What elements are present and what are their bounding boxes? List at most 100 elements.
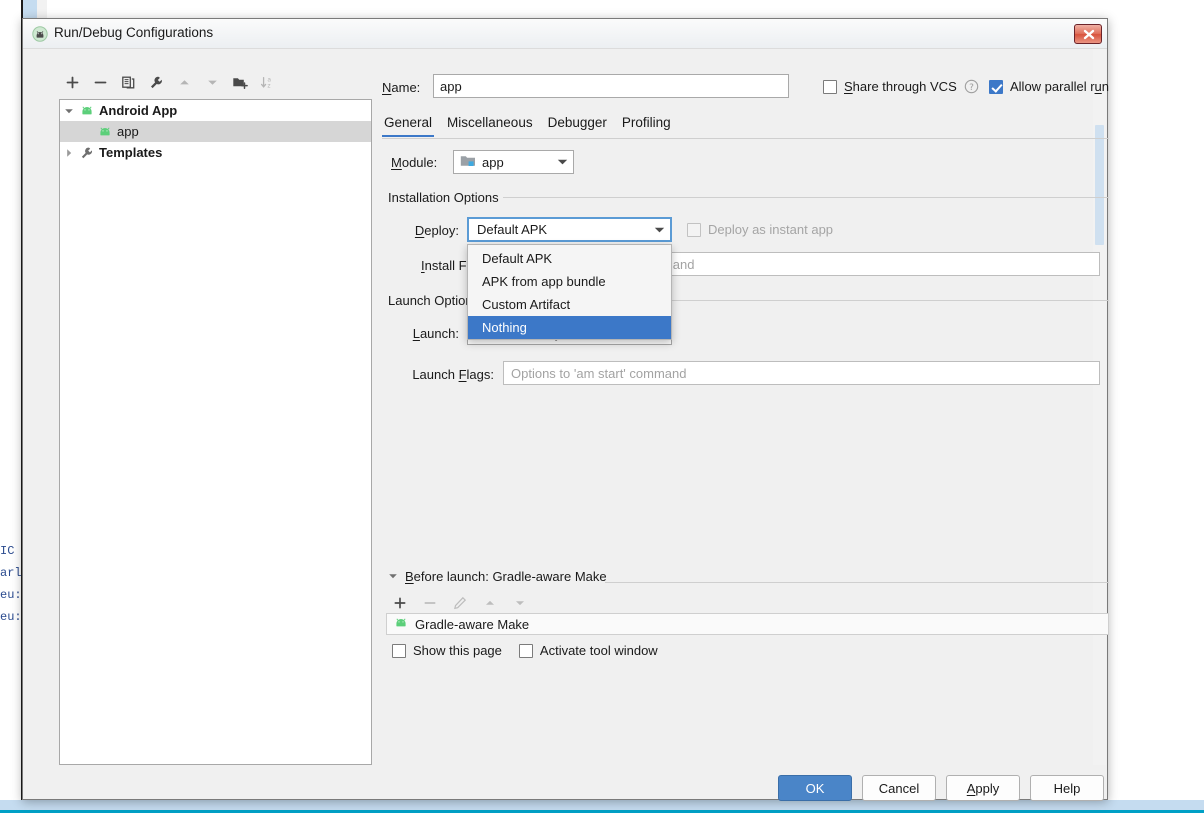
launch-label: Launch: [412,326,459,341]
wrench-icon [78,146,96,160]
module-folder-icon [460,154,476,171]
svg-text:?: ? [969,83,974,93]
copy-configuration-button[interactable] [115,70,141,94]
android-studio-icon [32,26,48,42]
module-label: Module: [391,155,438,170]
deploy-option-apk-from-app-bundle[interactable]: APK from app bundle [468,270,671,293]
background-code-line: eu: [0,588,22,602]
dialog-scrollbar[interactable] [1093,49,1106,765]
configurations-tree[interactable]: Android App app Templates [59,99,372,765]
tab-debugger[interactable]: Debugger [546,115,609,137]
before-launch-task-label: Gradle-aware Make [415,616,530,632]
folder-add-icon[interactable] [227,70,253,94]
chevron-down-icon[interactable] [648,226,670,234]
module-combo-value: app [482,154,504,170]
chevron-down-icon[interactable] [551,158,573,166]
tree-item-app[interactable]: app [60,121,371,142]
installation-options-rule [503,197,1109,198]
apply-button[interactable]: Apply [946,775,1020,801]
launch-flags-input[interactable] [503,361,1100,385]
name-input[interactable] [433,74,789,98]
remove-task-button[interactable] [417,591,443,615]
before-launch-toolbar [387,591,533,615]
share-through-vcs-checkbox[interactable] [823,79,837,94]
chevron-down-icon[interactable] [60,100,78,121]
chevron-down-icon[interactable] [388,569,398,584]
deploy-option-custom-artifact[interactable]: Custom Artifact [468,293,671,316]
background-code-text: IC arl eu: eu: [0,540,22,680]
pencil-icon[interactable] [447,591,473,615]
android-icon [78,105,96,117]
deploy-instant-app-control: Deploy as instant app [687,222,833,237]
deploy-instant-app-label: Deploy as instant app [708,222,834,237]
move-down-button[interactable] [199,70,225,94]
configurations-toolbar: a z [59,69,319,95]
deploy-combo-value: Default APK [477,222,548,237]
show-this-page-label[interactable]: Show this page [413,643,502,658]
help-button[interactable]: Help [1030,775,1104,801]
share-through-vcs-control[interactable]: Share through VCS ? [823,79,979,94]
activate-tool-window-checkbox[interactable] [518,643,533,658]
show-this-page-control[interactable]: Show this page [392,643,502,658]
background-right-pane [1108,0,1204,800]
task-move-up-button[interactable] [477,591,503,615]
tree-item-label: app [117,124,139,139]
name-label: Name: [382,80,421,95]
move-up-button[interactable] [171,70,197,94]
module-combo-value-wrap: app [454,154,551,171]
deploy-dropdown-popup[interactable]: Default APK APK from app bundle Custom A… [467,244,672,340]
tree-item-templates[interactable]: Templates [60,142,371,163]
background-code-line: eu: [0,610,22,624]
before-launch-title: Before launch: Gradle-aware Make [405,569,607,584]
question-circle-icon[interactable]: ? [964,79,979,94]
tabs-separator [382,138,1109,139]
edit-templates-button[interactable] [143,70,169,94]
add-task-button[interactable] [387,591,413,615]
background-code-line: IC [0,544,15,558]
android-icon [394,617,408,632]
background-status-band [0,800,1204,810]
svg-text:z: z [267,82,270,89]
launch-flags-label: Launch Flags: [412,367,494,382]
task-move-down-button[interactable] [507,591,533,615]
launch-options-title: Launch Options [388,293,480,308]
add-configuration-button[interactable] [59,70,85,94]
dialog-scrollbar-thumb[interactable] [1095,125,1104,245]
allow-parallel-run-label[interactable]: Allow parallel run [1010,79,1109,94]
background-top-pane [0,0,1204,18]
deploy-combo[interactable]: Default APK [467,217,672,242]
background-code-line: arl [0,566,22,580]
sort-alpha-icon[interactable]: a z [255,70,281,94]
android-icon [96,126,114,138]
settings-tabs: General Miscellaneous Debugger Profiling [382,115,1109,139]
before-launch-header[interactable]: Before launch: Gradle-aware Make [388,569,607,584]
tree-item-android-app[interactable]: Android App [60,100,371,121]
close-button[interactable] [1074,24,1102,44]
installation-options-title: Installation Options [388,190,499,205]
tree-item-label: Templates [99,145,163,160]
activate-tool-window-control[interactable]: Activate tool window [518,643,658,658]
tab-profiling[interactable]: Profiling [620,115,673,137]
deploy-option-default-apk[interactable]: Default APK [468,247,671,270]
dialog-titlebar: Run/Debug Configurations [23,19,1107,49]
deploy-option-nothing[interactable]: Nothing [468,316,671,339]
deploy-label: Deploy: [414,223,459,238]
tab-miscellaneous[interactable]: Miscellaneous [445,115,535,137]
show-this-page-checkbox[interactable] [392,643,406,658]
activate-tool-window-label[interactable]: Activate tool window [540,643,658,658]
chevron-right-icon[interactable] [60,142,78,163]
allow-parallel-run-control[interactable]: Allow parallel run [989,79,1109,94]
cancel-button[interactable]: Cancel [862,775,936,801]
module-combo[interactable]: app [453,150,574,174]
run-debug-configurations-dialog: Run/Debug Configurations a z Android App… [22,18,1109,801]
remove-configuration-button[interactable] [87,70,113,94]
before-launch-options: Show this page Activate tool window [392,643,658,658]
dialog-title: Run/Debug Configurations [54,25,214,40]
share-through-vcs-label[interactable]: Share through VCS [844,79,957,94]
tab-general[interactable]: General [382,115,435,137]
ok-button[interactable]: OK [778,775,852,801]
before-launch-task-row[interactable]: Gradle-aware Make [386,613,1109,635]
allow-parallel-run-checkbox[interactable] [989,79,1003,94]
